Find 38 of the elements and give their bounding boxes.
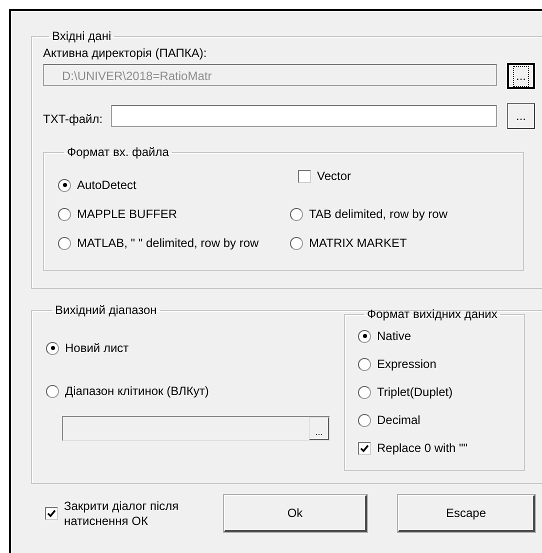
option-label[interactable]: TAB delimited, row by row xyxy=(309,207,448,221)
browse-button[interactable]: ... xyxy=(507,103,535,129)
radio-button[interactable] xyxy=(290,208,303,220)
checkbox-label[interactable]: Replace 0 with "" xyxy=(377,441,468,455)
file-field[interactable] xyxy=(111,105,497,127)
checkbox[interactable] xyxy=(298,170,311,182)
group-title: Вихідний діапазон xyxy=(54,303,158,317)
group-title: Формат вихідних даних xyxy=(366,307,498,321)
radio-button[interactable] xyxy=(58,208,71,220)
group-title: Вхідні дані xyxy=(51,29,112,43)
field-label: Активна директорія (ПАПКА): xyxy=(43,46,208,60)
option-label[interactable]: Expression xyxy=(377,357,436,371)
group-title: Формат вх. файла xyxy=(66,145,170,159)
checkbox-label[interactable]: Закрити діалог після натиснення ОК xyxy=(64,498,199,528)
radio-button[interactable] xyxy=(46,384,59,398)
checkbox[interactable] xyxy=(358,442,371,454)
option-label[interactable]: Triplet(Duplet) xyxy=(377,385,453,399)
radio-button[interactable] xyxy=(58,236,71,250)
radio-button[interactable] xyxy=(358,386,371,398)
radio-button[interactable] xyxy=(358,358,371,370)
option-label[interactable]: AutoDetect xyxy=(77,178,136,192)
dialog-button[interactable]: Ok xyxy=(224,495,367,532)
field-label: TXT-файл: xyxy=(43,112,104,126)
option-label[interactable]: MATRIX MARKET xyxy=(309,236,407,250)
checkbox-label[interactable]: Vector xyxy=(317,169,352,183)
option-label[interactable]: Новий лист xyxy=(65,341,129,355)
radio-button[interactable] xyxy=(58,178,71,192)
option-label[interactable]: MAPPLE BUFFER xyxy=(77,207,178,221)
radio-button[interactable] xyxy=(290,236,303,250)
radio-button[interactable] xyxy=(358,414,371,426)
checkbox[interactable] xyxy=(45,506,58,520)
radio-button[interactable] xyxy=(358,330,371,342)
option-label[interactable]: Діапазон клітинок (ВЛКут) xyxy=(65,384,209,398)
radio-button[interactable] xyxy=(46,342,59,354)
option-label[interactable]: Native xyxy=(377,329,412,343)
dialog-button[interactable]: Escape xyxy=(398,495,535,532)
option-label[interactable]: Decimal xyxy=(377,413,420,427)
option-label[interactable]: MATLAB, " " delimited, row by row xyxy=(77,236,259,250)
